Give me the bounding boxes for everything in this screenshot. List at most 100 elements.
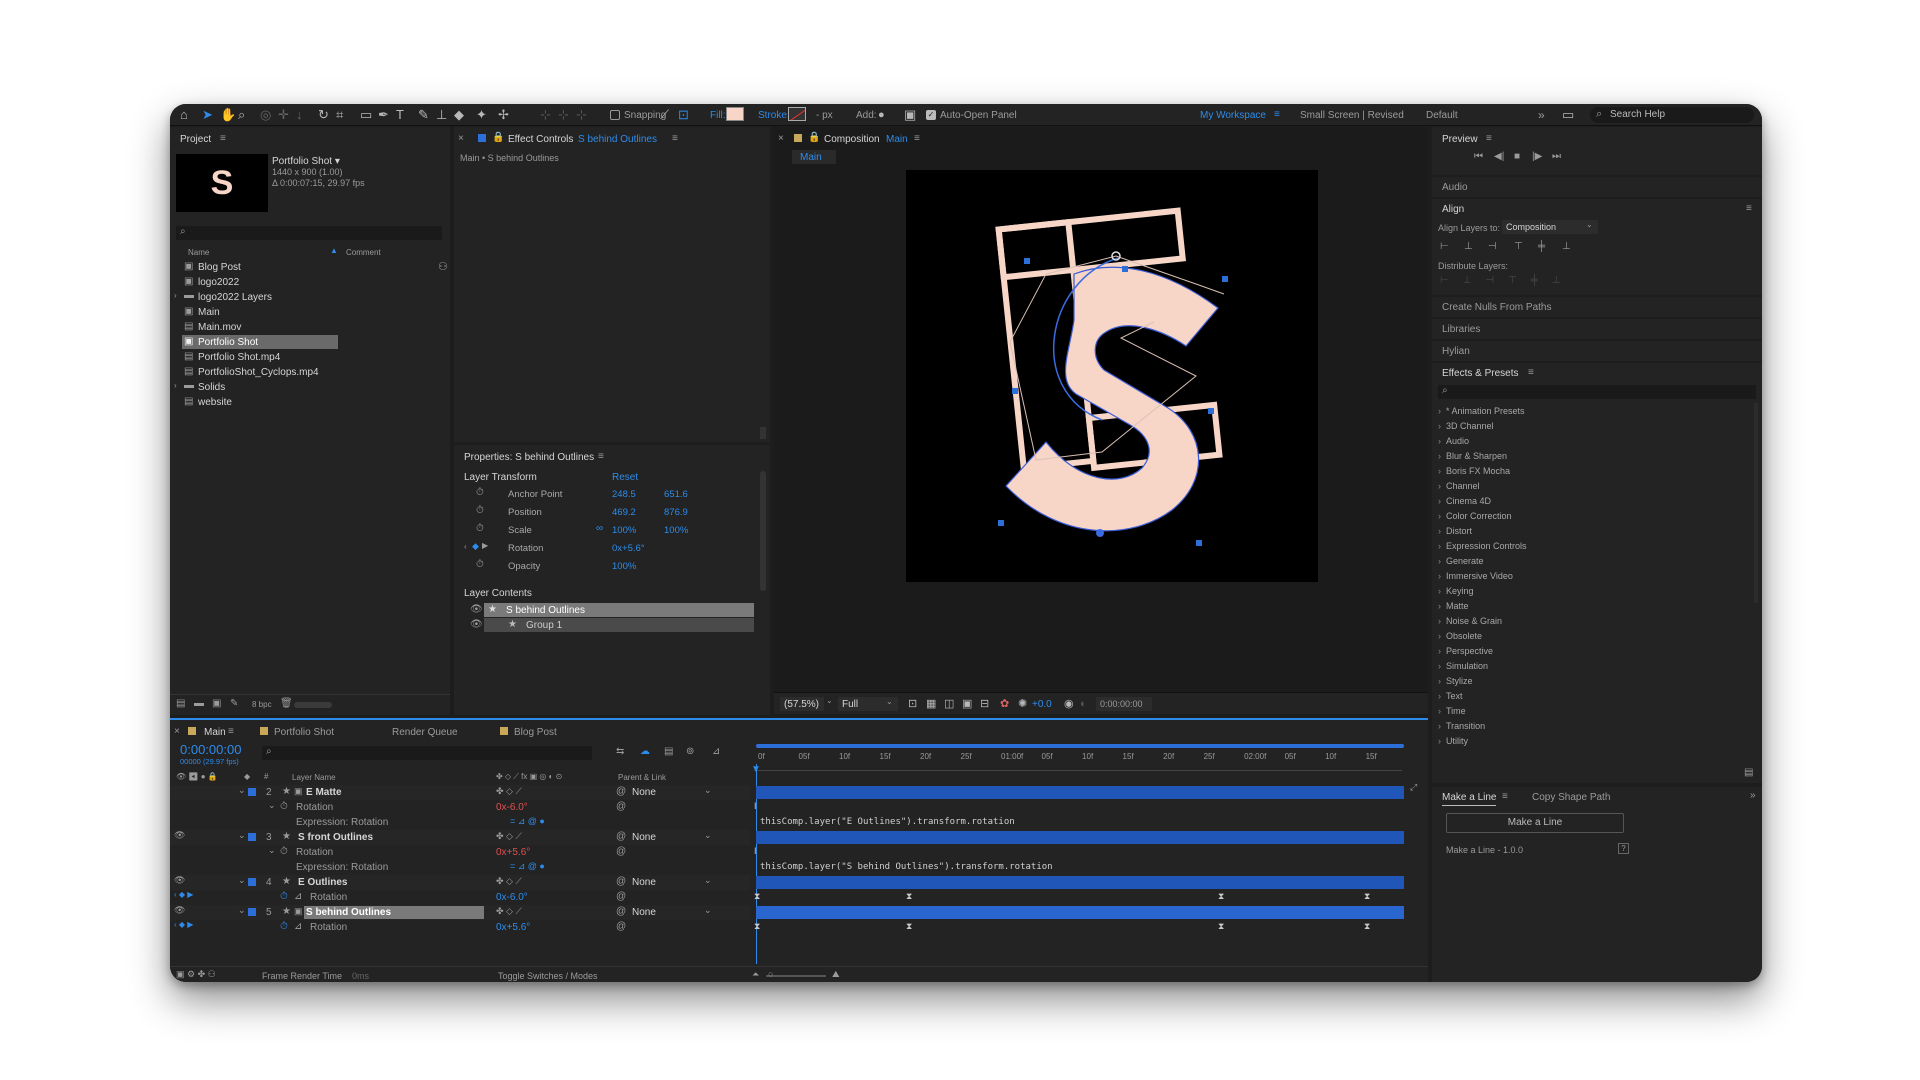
keyframe-marker-icon[interactable]: I	[754, 801, 757, 811]
orbit-tool-icon[interactable]: ◎	[260, 108, 271, 122]
anchor-handle[interactable]	[1096, 529, 1104, 537]
effects-category-item[interactable]: › Noise & Grain	[1432, 615, 1752, 629]
switch-icons[interactable]: ✤ ◇ ⟋	[496, 786, 522, 797]
align-hcenter-icon[interactable]: ⊥	[1464, 241, 1473, 252]
expression-text[interactable]: thisComp.layer("S behind Outlines").tran…	[760, 862, 1053, 872]
exposure-value[interactable]: +0.0	[1032, 699, 1052, 710]
anchor-point-x[interactable]: 248.5	[612, 489, 636, 500]
keyframe-icon[interactable]: ⧗	[906, 921, 912, 932]
lock-icon[interactable]: 🔒	[492, 132, 504, 143]
stopwatch-icon[interactable]: ⏱	[280, 846, 288, 857]
switch-icons[interactable]: ✤ ◇ ⟋	[496, 876, 522, 887]
trash-icon[interactable]: 🗑	[280, 698, 293, 709]
timeline-zoom-slider[interactable]	[766, 975, 826, 977]
col-layer-name-header[interactable]: Layer Name	[292, 773, 336, 782]
bounding-handle[interactable]	[1012, 388, 1018, 394]
composition-menu-icon[interactable]: ≡	[914, 133, 920, 144]
workspace-small-screen[interactable]: Small Screen | Revised	[1300, 110, 1404, 121]
keyframe-icon[interactable]: ⧗	[1218, 891, 1224, 902]
world-axis-icon[interactable]: ⊹	[576, 108, 587, 122]
label-color[interactable]	[248, 833, 256, 841]
new-folder-icon[interactable]: ▬	[194, 698, 204, 709]
effects-category-item[interactable]: › Matte	[1432, 600, 1752, 614]
show-snapshot-icon[interactable]: ◐	[1080, 697, 1087, 711]
label-color[interactable]	[248, 878, 256, 886]
snap-grid-icon[interactable]: ⊡	[678, 108, 689, 122]
keyframe-nav-icon[interactable]: ‹ ◆ ▶	[174, 920, 193, 929]
timeline-tab-portfolio-shot[interactable]: Portfolio Shot	[274, 727, 334, 738]
effects-category-item[interactable]: › * Animation Presets	[1432, 405, 1752, 419]
graph-icon[interactable]: ⊿	[294, 891, 302, 902]
workspace-menu-icon[interactable]: ≡	[1274, 109, 1280, 120]
visibility-eye-icon[interactable]: 👁	[174, 905, 185, 916]
visibility-eye-icon[interactable]: 👁	[174, 875, 185, 886]
keyframe-marker-icon[interactable]: I	[754, 846, 757, 856]
guides-icon[interactable]: ▣	[962, 697, 972, 711]
effects-category-item[interactable]: › Cinema 4D	[1432, 495, 1752, 509]
align-bottom-icon[interactable]: ⊥	[1562, 241, 1571, 252]
keyframe-icon[interactable]: ⧗	[754, 891, 760, 902]
copy-shape-path-tab[interactable]: Copy Shape Path	[1532, 792, 1610, 803]
effects-category-item[interactable]: › Boris FX Mocha	[1432, 465, 1752, 479]
keyframe-nav-right-icon[interactable]: ▶	[482, 541, 488, 550]
workspace-default[interactable]: Default	[1426, 110, 1458, 121]
timeline-tab-main[interactable]: Main	[204, 727, 226, 738]
sort-up-icon[interactable]: ▲	[330, 246, 338, 255]
list-item[interactable]: ▣ Blog Post	[170, 260, 450, 275]
effects-scrollbar[interactable]	[1754, 403, 1758, 603]
footer-toggle-icons[interactable]: ▣ ⚙ ✤ ⚇	[176, 969, 216, 980]
local-axis-icon[interactable]: ⊹	[558, 108, 569, 122]
keyframe-icon[interactable]: ⧗	[1218, 921, 1224, 932]
graph-icon[interactable]: ⊿	[294, 921, 302, 932]
snapshot-camera-icon[interactable]: ◉	[1064, 697, 1074, 711]
list-item[interactable]: ▤ PortfolioShot_Cyclops.mp4	[170, 365, 450, 380]
timeline-close-icon[interactable]: ×	[174, 726, 180, 737]
channel-icon[interactable]: ⊟	[980, 697, 989, 711]
eraser-tool-icon[interactable]: ◆	[454, 108, 464, 122]
bounding-handle[interactable]	[1122, 266, 1128, 272]
transparency-grid-icon[interactable]: ▦	[926, 697, 936, 711]
effects-category-item[interactable]: › Perspective	[1432, 645, 1752, 659]
toggle-switches-modes[interactable]: Toggle Switches / Modes	[498, 971, 598, 981]
chevron-down-icon[interactable]: ⌄	[704, 905, 712, 916]
label-color[interactable]	[248, 908, 256, 916]
playhead-handle-icon[interactable]: ▼	[751, 764, 761, 775]
properties-menu-icon[interactable]: ≡	[598, 451, 604, 462]
region-of-interest-icon[interactable]: ⊡	[908, 697, 917, 711]
pickwhip-icon[interactable]: @	[616, 906, 626, 917]
effects-category-item[interactable]: › Audio	[1432, 435, 1752, 449]
effects-category-item[interactable]: › Transition	[1432, 720, 1752, 734]
current-time-field[interactable]: 0:00:00:00	[1096, 697, 1152, 711]
project-panel-title[interactable]: Project	[180, 134, 211, 145]
overflow-chevron-icon[interactable]: »	[1538, 108, 1545, 122]
scale-y[interactable]: 100%	[664, 525, 688, 536]
clone-stamp-tool-icon[interactable]: ⊥	[436, 108, 447, 122]
pickwhip-icon[interactable]: @	[616, 786, 626, 797]
selection-tool-icon[interactable]: ➤	[202, 108, 213, 122]
position-y[interactable]: 876.9	[664, 507, 688, 518]
frame-blending-icon[interactable]: ⊚	[686, 746, 694, 757]
audio-panel[interactable]: Audio	[1432, 177, 1762, 197]
auto-open-panel-icon[interactable]: ▣	[904, 108, 916, 122]
add-icon[interactable]: ●	[878, 108, 885, 122]
zoom-slider-thumb-icon[interactable]: ○	[768, 969, 773, 979]
stopwatch-icon[interactable]: ⏱	[280, 801, 288, 812]
composition-tab-prefix[interactable]: Composition	[824, 134, 880, 145]
list-item[interactable]: ▤ website	[170, 395, 450, 410]
type-tool-icon[interactable]: T	[396, 108, 404, 122]
snap-edge-icon[interactable]: ⟋	[660, 108, 669, 122]
composition-close-icon[interactable]: ×	[778, 133, 784, 144]
scale-x[interactable]: 100%	[612, 525, 636, 536]
align-menu-icon[interactable]: ≡	[1746, 203, 1752, 214]
properties-scrollbar[interactable]	[760, 471, 766, 591]
expression-icons[interactable]: = ⊿ @ ●	[510, 816, 545, 827]
effects-menu-icon[interactable]: ≡	[1528, 367, 1534, 378]
chevron-right-icon[interactable]: ›	[174, 381, 177, 390]
create-nulls-panel[interactable]: Create Nulls From Paths	[1432, 297, 1762, 317]
position-x[interactable]: 469.2	[612, 507, 636, 518]
effects-category-item[interactable]: › Stylize	[1432, 675, 1752, 689]
stopwatch-icon[interactable]: ⏱	[476, 559, 484, 570]
preview-menu-icon[interactable]: ≡	[1486, 133, 1492, 144]
switch-icons[interactable]: ✤ ◇ ⟋	[496, 831, 522, 842]
bounding-handle[interactable]	[1208, 408, 1214, 414]
